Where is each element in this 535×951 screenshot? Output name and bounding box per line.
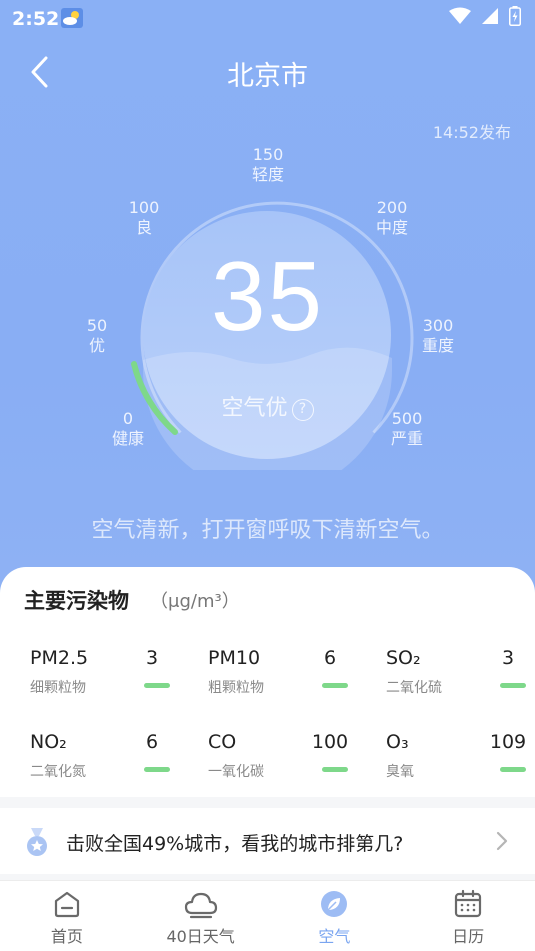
pollutant-value: 100 [311, 731, 349, 753]
pollutant-level-bar [144, 683, 170, 688]
pollutant-value: 109 [489, 731, 527, 753]
medal-icon [27, 828, 47, 856]
aqi-value: 35 [210, 241, 324, 351]
weather-sun-cloud-icon [61, 8, 83, 28]
aqi-level[interactable]: 空气优? [0, 390, 535, 422]
scale-label-200: 200 中度 [375, 198, 408, 237]
pollutant-name: NO₂ [30, 731, 67, 753]
pollutant-name: CO [208, 731, 237, 753]
city-rank-text: 击败全国49%城市，看我的城市排第几? [66, 833, 404, 855]
tab-label: 40日天气 [166, 927, 235, 946]
pollutant-pm25[interactable]: PM2.5 细颗粒物 3 [30, 647, 190, 707]
pollutant-cn-name: 细颗粒物 [30, 680, 86, 696]
leaf-icon [321, 891, 348, 917]
pollutant-pm10[interactable]: PM10 粗颗粒物 6 [208, 647, 368, 707]
pollutant-o3[interactable]: O₃ 臭氧 109 [386, 731, 535, 791]
scale-label-150: 150 轻度 [251, 145, 284, 184]
pollutant-no2[interactable]: NO₂ 二氧化氮 6 [30, 731, 190, 791]
tab-label: 日历 [452, 927, 485, 946]
home-icon [54, 891, 79, 918]
pollutant-name: PM10 [208, 647, 261, 669]
pollutant-level-bar [322, 683, 348, 688]
pollutant-level-bar [144, 767, 170, 772]
tab-40day-weather[interactable]: 40日天气 [134, 881, 268, 951]
pollutant-value: 3 [145, 647, 159, 669]
tab-label: 首页 [50, 927, 83, 946]
pollutant-value: 6 [323, 647, 337, 669]
help-icon[interactable]: ? [291, 399, 314, 421]
status-bar: 2:52 [0, 0, 535, 36]
pollutants-card: 主要污染物 （μg/m³） PM2.5 细颗粒物 3 PM10 粗颗粒物 6 S… [0, 567, 535, 797]
pollutant-cn-name: 一氧化碳 [208, 764, 264, 780]
pollutant-so2[interactable]: SO₂ 二氧化硫 3 [386, 647, 535, 707]
pollutant-cn-name: 二氧化硫 [386, 680, 442, 696]
tab-label: 空气 [318, 927, 351, 946]
page-title: 北京市 [227, 61, 308, 92]
pollutant-level-bar [500, 683, 526, 688]
pollutant-cn-name: 二氧化氮 [30, 764, 86, 780]
pollutant-value: 6 [145, 731, 159, 753]
pollutant-name: O₃ [386, 731, 409, 753]
wifi-icon [449, 7, 471, 24]
air-tip: 空气清新，打开窗呼吸下清新空气。 [91, 518, 444, 543]
bottom-tab-bar: 首页 40日天气 空气 日历 [0, 880, 535, 951]
pollutant-name: PM2.5 [30, 647, 89, 669]
pollutants-unit: （μg/m³） [150, 591, 240, 612]
signal-icon [482, 8, 498, 24]
calendar-icon [455, 889, 482, 918]
pollutant-co[interactable]: CO 一氧化碳 100 [208, 731, 368, 791]
pollutant-level-bar [500, 767, 526, 772]
scale-label-100: 100 良 [128, 198, 160, 237]
pollutant-name: SO₂ [386, 647, 421, 669]
tab-air[interactable]: 空气 [268, 881, 402, 951]
pollutant-level-bar [322, 767, 348, 772]
battery-icon [509, 6, 521, 26]
tab-calendar[interactable]: 日历 [401, 881, 535, 951]
pollutant-cn-name: 臭氧 [386, 764, 414, 780]
cloud-icon [184, 892, 217, 919]
pollutant-cn-name: 粗颗粒物 [208, 680, 264, 696]
aqi-level-text: 空气优 [221, 396, 288, 421]
pollutant-value: 3 [501, 647, 515, 669]
city-rank-banner[interactable]: 击败全国49%城市，看我的城市排第几? [0, 808, 535, 874]
tab-home[interactable]: 首页 [0, 881, 134, 951]
pollutants-title: 主要污染物 [24, 589, 129, 613]
status-time: 2:52 [12, 8, 60, 30]
chevron-right-icon [496, 831, 508, 851]
